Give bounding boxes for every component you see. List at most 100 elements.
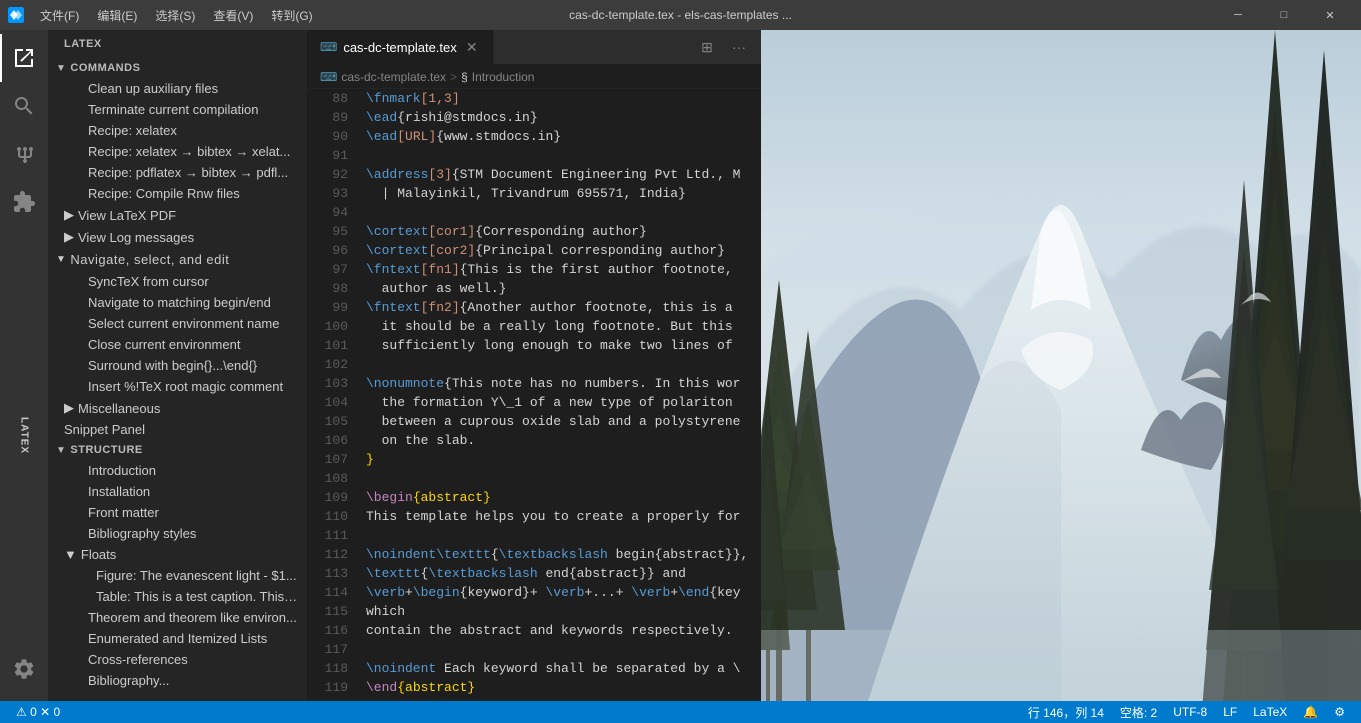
code-line: \ead{rishi@stmdocs.in} [366,108,761,127]
miscellaneous-item[interactable]: ▶ Miscellaneous [48,397,307,419]
menu-select[interactable]: 选择(S) [147,5,203,26]
nav-synctex[interactable]: SyncTeX from cursor [48,271,307,292]
menu-goto[interactable]: 转到(G) [263,5,320,26]
navigate-section-header[interactable]: ▼ Navigate, select, and edit [48,248,307,271]
nav-select-env[interactable]: Select current environment name [48,313,307,334]
view-log-label: View Log messages [78,230,194,245]
nav-matching[interactable]: Navigate to matching begin/end [48,292,307,313]
status-remote[interactable]: ⚙ [1326,701,1353,723]
menu-view[interactable]: 查看(V) [205,5,261,26]
tab-actions: ⊞ ··· [685,30,761,64]
more-actions-button[interactable]: ··· [725,33,753,61]
line-number: 118 [308,659,348,678]
cmd-terminate[interactable]: Terminate current compilation [48,99,307,120]
code-line: \verb+\begin{keyword}+ \verb+...+ \verb+… [366,583,761,602]
status-spaces[interactable]: 空格: 2 [1112,701,1165,723]
structure-section-header[interactable]: ▼ STRUCTURE [48,440,307,460]
tex-label: LATEX [0,412,48,460]
cmd-recipe-pdflatex-bibtex[interactable]: Recipe: pdflatex → bibtex → pdfl... [48,162,307,183]
commands-section-header[interactable]: ▼ COMMANDS [48,58,307,78]
status-feedback[interactable]: 🔔 [1295,701,1326,723]
struct-enumerated[interactable]: Enumerated and Itemized Lists [48,628,307,649]
struct-theorem[interactable]: Theorem and theorem like environ... [48,607,307,628]
cmd-recipe-rnw[interactable]: Recipe: Compile Rnw files [48,183,307,204]
float-figure[interactable]: Figure: The evanescent light - $1... [48,565,307,586]
editor-area: ⌨ cas-dc-template.tex ✕ ⊞ ··· ⌨ cas-dc-t… [308,30,761,701]
line-number: 107 [308,450,348,469]
code-line [366,355,761,374]
status-line-ending[interactable]: LF [1215,701,1245,723]
split-editor-button[interactable]: ⊞ [693,33,721,61]
line-number: 89 [308,108,348,127]
code-line [366,469,761,488]
window-controls[interactable]: ─ □ ✕ [1215,0,1353,30]
code-line: \fnmark[1,3] [366,89,761,108]
titlebar: 文件(F) 编辑(E) 选择(S) 查看(V) 转到(G) cas-dc-tem… [0,0,1361,30]
cmd-clean-aux[interactable]: Clean up auxiliary files [48,78,307,99]
close-button[interactable]: ✕ [1307,0,1353,30]
view-pdf-label: View LaTeX PDF [78,208,176,223]
status-encoding[interactable]: UTF-8 [1165,701,1215,723]
nav-insert-root[interactable]: Insert %!TeX root magic comment [48,376,307,397]
activity-extensions[interactable] [0,178,48,226]
line-number: 119 [308,678,348,697]
line-number: 102 [308,355,348,374]
floats-arrow: ▼ [64,547,77,562]
struct-front-matter[interactable]: Front matter [48,502,307,523]
mountain-background [761,30,1361,701]
feedback-icon: 🔔 [1303,705,1318,719]
code-editor[interactable]: \fnmark[1,3]\ead{rishi@stmdocs.in}\ead[U… [358,89,761,701]
activity-search[interactable] [0,82,48,130]
window-title: cas-dc-template.tex - els-cas-templates … [569,8,792,22]
float-table[interactable]: Table: This is a test caption. This i... [48,586,307,607]
main-layout: LATEX LATEX ▼ COMMANDS Clean up auxiliar… [0,30,1361,701]
code-line: \noindent\texttt{\textbackslash begin{ab… [366,545,761,564]
code-line: sufficiently long enough to make two lin… [366,336,761,355]
line-number: 109 [308,488,348,507]
status-problems[interactable]: ⚠ 0 ✕ 0 [8,701,68,723]
nav-surround[interactable]: Surround with begin{}...\end{} [48,355,307,376]
menu-bar[interactable]: 文件(F) 编辑(E) 选择(S) 查看(V) 转到(G) [32,5,321,26]
breadcrumb-section[interactable]: Introduction [472,70,535,84]
struct-cross-ref[interactable]: Cross-references [48,649,307,670]
line-number: 114 [308,583,348,602]
status-position[interactable]: 行 146，列 14 [1020,701,1112,723]
line-number: 117 [308,640,348,659]
line-numbers: 8889909192939495969798991001011021031041… [308,89,358,701]
tab-close-button[interactable]: ✕ [463,38,481,56]
view-log-messages[interactable]: ▶ View Log messages [48,226,307,248]
code-line: \cortext[cor2]{Principal corresponding a… [366,241,761,260]
tab-file-icon: ⌨ [320,40,337,54]
struct-introduction[interactable]: Introduction [48,460,307,481]
status-language[interactable]: LaTeX [1245,701,1295,723]
code-line: This template helps you to create a prop… [366,507,761,526]
activity-bar: LATEX [0,30,48,701]
breadcrumb-file[interactable]: cas-dc-template.tex [341,70,446,84]
active-tab[interactable]: ⌨ cas-dc-template.tex ✕ [308,30,494,64]
maximize-button[interactable]: □ [1261,0,1307,30]
cmd-recipe-xelatex-bibtex[interactable]: Recipe: xelatex → bibtex → xelat... [48,141,307,162]
menu-file[interactable]: 文件(F) [32,5,87,26]
cmd-recipe-xelatex[interactable]: Recipe: xelatex [48,120,307,141]
status-encoding-text: UTF-8 [1173,705,1207,719]
struct-installation[interactable]: Installation [48,481,307,502]
line-number: 100 [308,317,348,336]
status-line-ending-text: LF [1223,705,1237,719]
nav-close-env[interactable]: Close current environment [48,334,307,355]
status-problems-text: ⚠ 0 ✕ 0 [16,705,60,719]
menu-edit[interactable]: 编辑(E) [89,5,145,26]
code-line: the formation Y\_1 of a new type of pola… [366,393,761,412]
view-latex-pdf[interactable]: ▶ View LaTeX PDF [48,204,307,226]
line-number: 103 [308,374,348,393]
floats-header[interactable]: ▼ Floats [48,544,307,565]
activity-git[interactable] [0,130,48,178]
line-number: 92 [308,165,348,184]
struct-bib[interactable]: Bibliography... [48,670,307,691]
activity-settings[interactable] [0,645,48,693]
activity-explorer[interactable] [0,34,48,82]
minimize-button[interactable]: ─ [1215,0,1261,30]
snippet-panel-item[interactable]: Snippet Panel [48,419,307,440]
code-line: \texttt{\textbackslash end{abstract}} an… [366,564,761,583]
code-line [366,526,761,545]
struct-bibliography[interactable]: Bibliography styles [48,523,307,544]
